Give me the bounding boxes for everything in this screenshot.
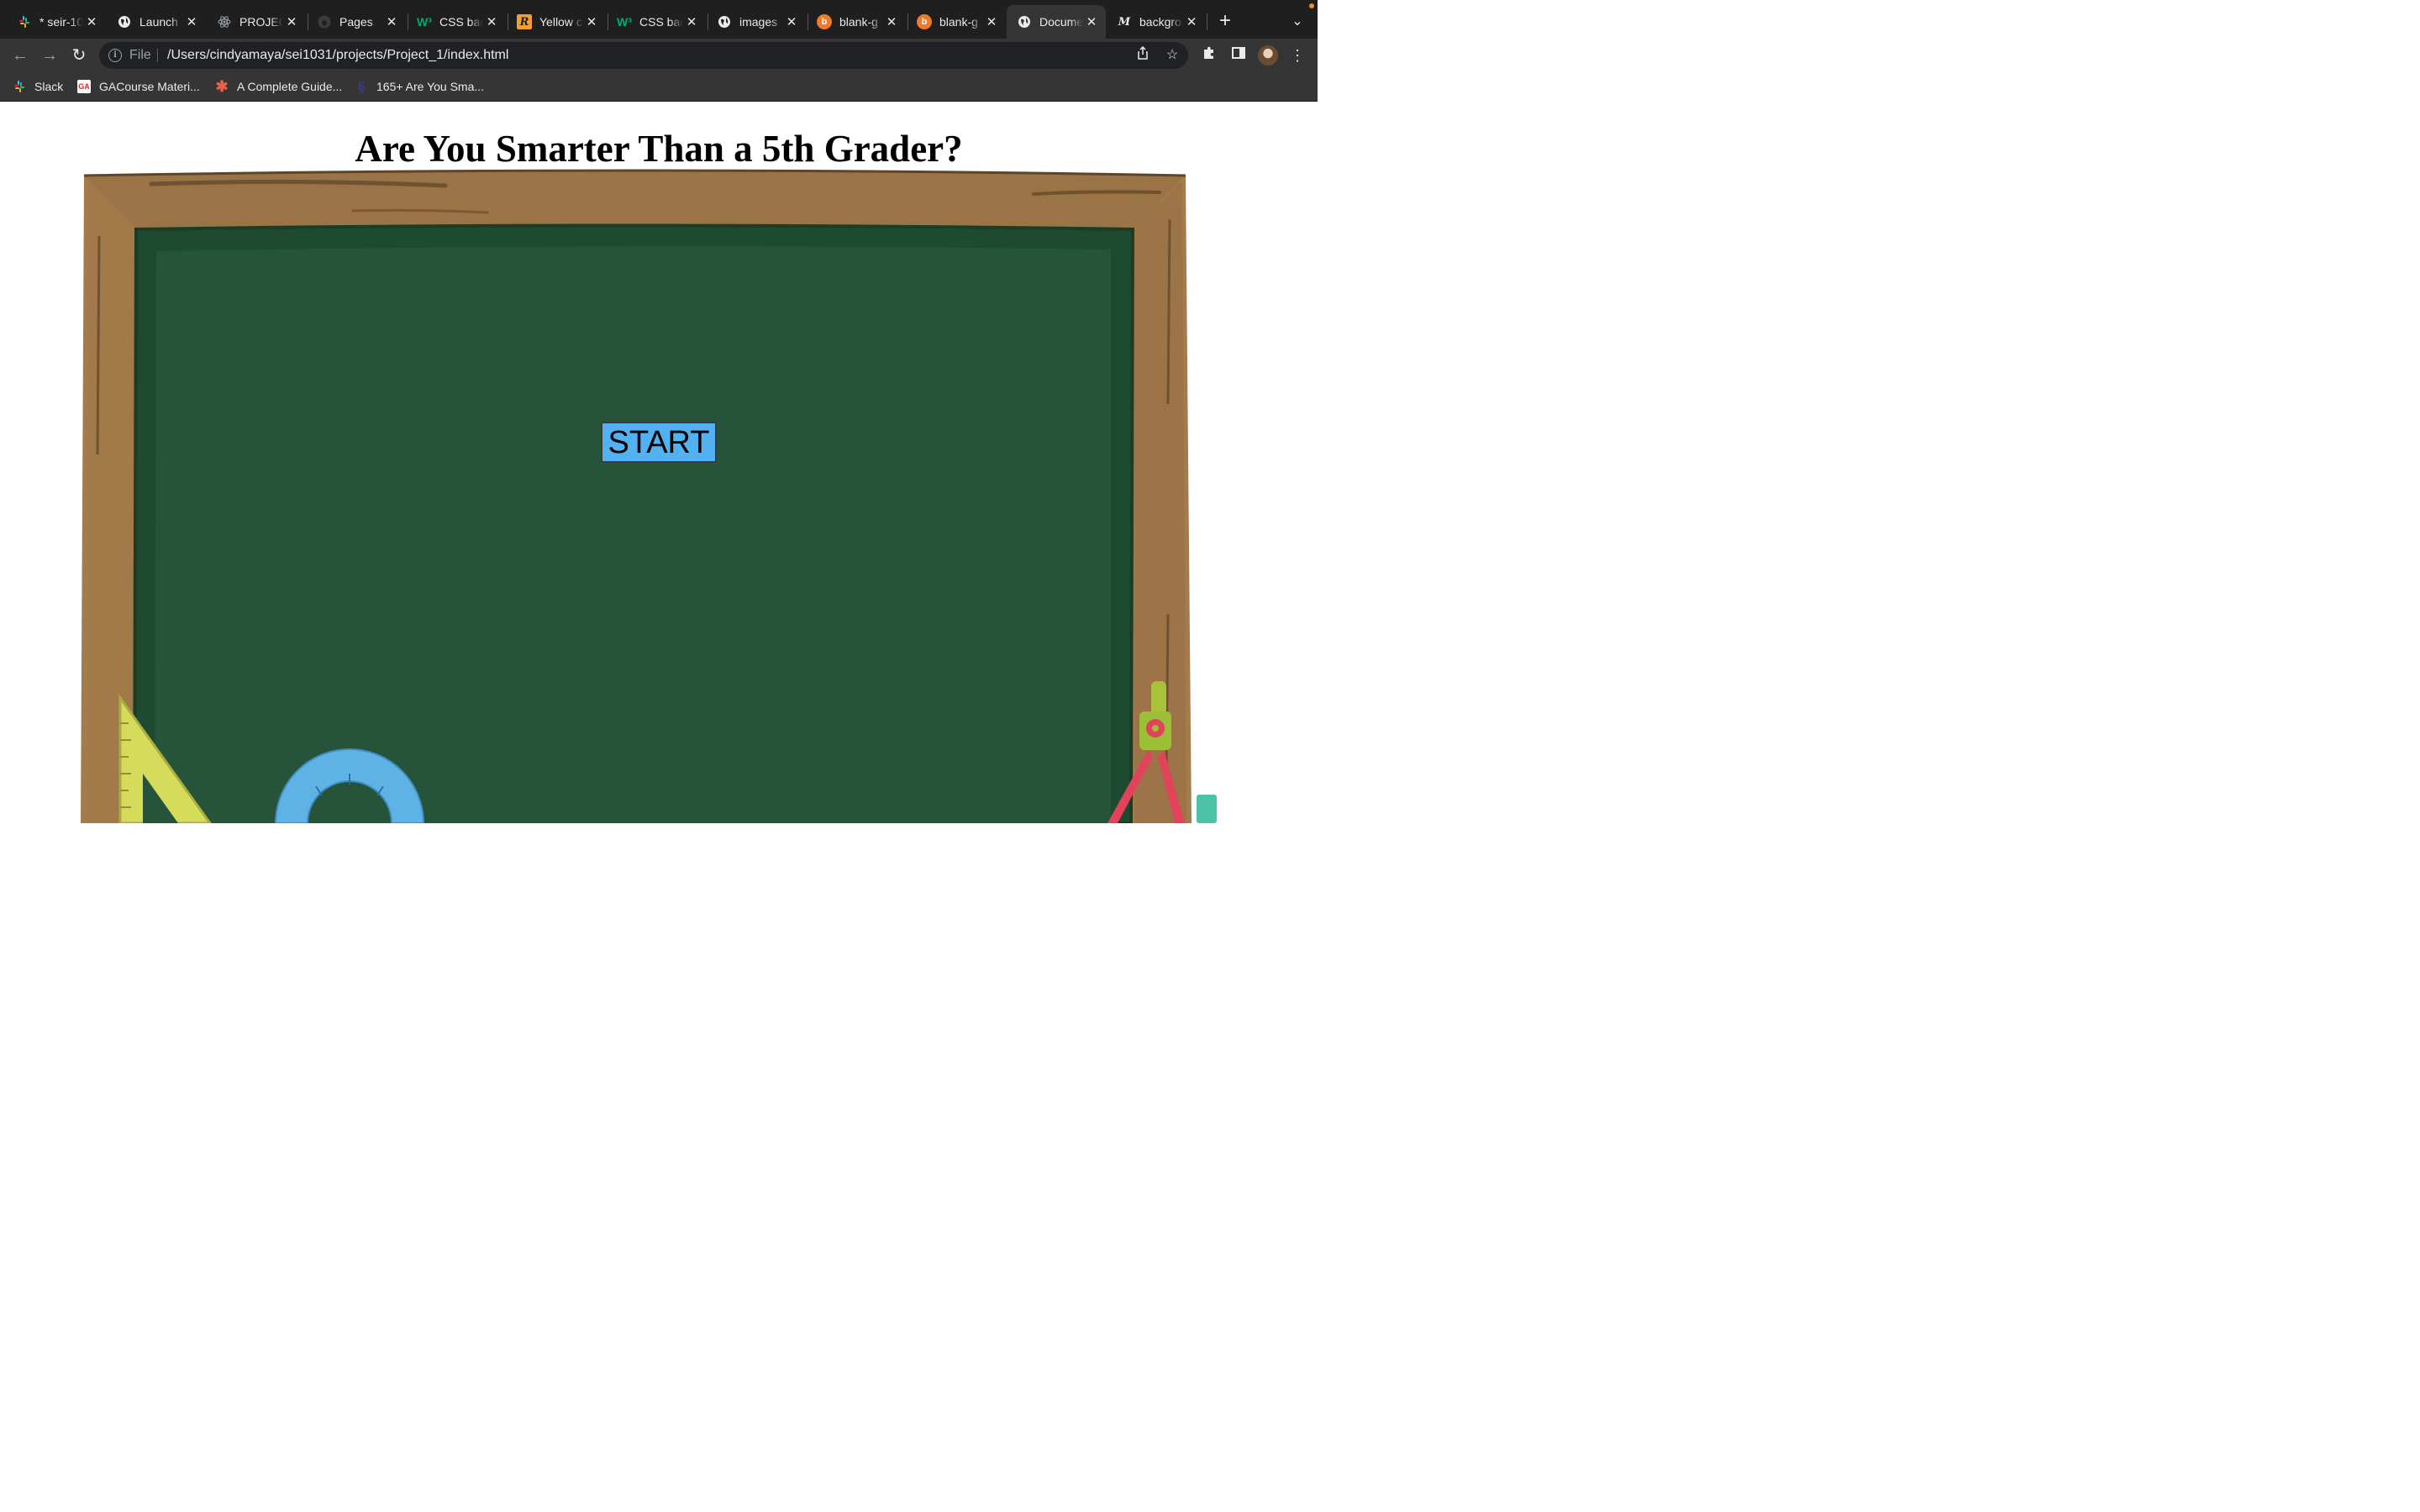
tab-search-chevron-icon[interactable]: ⌄ xyxy=(1287,12,1307,32)
close-icon[interactable]: ✕ xyxy=(483,13,500,30)
tab-background[interactable]: M background ✕ xyxy=(1107,5,1206,39)
react-icon xyxy=(217,14,232,29)
tab-document[interactable]: Document ✕ xyxy=(1007,5,1106,39)
share-icon[interactable] xyxy=(1134,45,1152,65)
close-icon[interactable]: ✕ xyxy=(1183,13,1200,30)
chalkboard-surface xyxy=(132,223,1135,823)
recording-indicator-dot xyxy=(1309,3,1314,8)
close-icon[interactable]: ✕ xyxy=(283,13,300,30)
tab-title: background xyxy=(1139,15,1183,29)
tab-title: Pages xyxy=(339,15,373,29)
tab-blank-g-2[interactable]: b blank-g ✕ xyxy=(907,5,1006,39)
close-icon[interactable]: ✕ xyxy=(883,13,900,30)
tab-title: images xyxy=(739,15,778,29)
slack-icon xyxy=(17,14,32,29)
bookmark-are-you-smarter[interactable]: § 165+ Are You Sma... xyxy=(355,78,485,95)
new-tab-plus-icon[interactable]: + xyxy=(1215,11,1235,32)
close-icon[interactable]: ✕ xyxy=(383,13,400,30)
info-icon[interactable]: i xyxy=(108,49,122,62)
tab-title: blank-g xyxy=(839,15,878,29)
reload-icon[interactable]: ↻ xyxy=(67,44,91,67)
page-viewport: Are You Smarter Than a 5th Grader? START xyxy=(0,102,1318,823)
bookmark-label: A Complete Guide... xyxy=(237,80,343,93)
orange-site-icon: b xyxy=(917,14,932,29)
w3schools-icon: W³ xyxy=(617,15,632,29)
close-icon[interactable]: ✕ xyxy=(583,13,600,30)
address-scheme-label: File xyxy=(129,48,151,62)
tab-title: blank-g xyxy=(939,15,978,29)
close-icon[interactable]: ✕ xyxy=(83,13,100,30)
r-site-icon: R xyxy=(517,14,532,29)
tab-blank-g-1[interactable]: b blank-g ✕ xyxy=(807,5,906,39)
tab-strip: * seir-1031 ✕ Launch ✕ PROJECT ✕ xyxy=(0,0,1318,39)
close-icon[interactable]: ✕ xyxy=(983,13,1000,30)
tab-pages[interactable]: Pages ✕ xyxy=(307,5,406,39)
tab-title: Yellow color xyxy=(539,15,583,29)
back-arrow-icon[interactable]: ← xyxy=(8,44,32,67)
browser-toolbar: ← → ↻ i File /Users/cindyamaya/sei1031/p… xyxy=(0,39,1318,72)
github-icon xyxy=(317,14,332,29)
tab-css-background-1[interactable]: W³ CSS background ✕ xyxy=(407,5,506,39)
tab-title: Document xyxy=(1039,15,1083,29)
bookmark-complete-guide[interactable]: ✱ A Complete Guide... xyxy=(215,77,343,95)
tab-project[interactable]: PROJECT ✕ xyxy=(207,5,306,39)
profile-avatar[interactable] xyxy=(1258,45,1278,66)
tab-title: CSS background xyxy=(439,15,483,29)
extensions-puzzle-icon[interactable] xyxy=(1199,45,1219,66)
tab-launch[interactable]: Launch ✕ xyxy=(107,5,206,39)
close-icon[interactable]: ✕ xyxy=(1083,13,1100,30)
ga-icon: GA xyxy=(77,80,91,93)
tab-css-background-2[interactable]: W³ CSS background ✕ xyxy=(607,5,706,39)
address-url[interactable]: /Users/cindyamaya/sei1031/projects/Proje… xyxy=(167,48,508,63)
tab-images[interactable]: images ✕ xyxy=(707,5,806,39)
w3schools-icon: W³ xyxy=(417,15,432,29)
tab-title: PROJECT xyxy=(239,15,283,29)
globe-icon xyxy=(1017,14,1032,29)
menu-kebab-icon[interactable]: ⋮ xyxy=(1287,45,1307,66)
bookmark-star-icon[interactable]: ☆ xyxy=(1163,46,1181,65)
close-icon[interactable]: ✕ xyxy=(783,13,800,30)
close-icon[interactable]: ✕ xyxy=(683,13,700,30)
close-icon[interactable]: ✕ xyxy=(183,13,200,30)
tab-title: Launch xyxy=(139,15,178,29)
tab-yellow-color[interactable]: R Yellow color ✕ xyxy=(507,5,606,39)
orange-site-icon: b xyxy=(817,14,832,29)
asterisk-icon: ✱ xyxy=(215,77,229,95)
bookmark-gacourse[interactable]: GA GACourse Materi... xyxy=(77,79,200,94)
bookmarks-bar: Slack GA GACourse Materi... ✱ A Complete… xyxy=(0,72,1318,102)
s-icon: § xyxy=(357,78,366,95)
bookmark-slack[interactable]: Slack xyxy=(13,79,63,94)
start-button[interactable]: START xyxy=(601,422,717,463)
tab-title: * seir-1031 xyxy=(39,15,83,29)
globe-icon xyxy=(117,14,132,29)
globe-icon xyxy=(717,14,732,29)
medium-icon: M xyxy=(1118,15,1131,29)
tab-title: CSS background xyxy=(639,15,683,29)
forward-arrow-icon[interactable]: → xyxy=(38,44,61,67)
side-panel-icon[interactable] xyxy=(1228,45,1249,66)
bookmark-label: GACourse Materi... xyxy=(99,80,200,93)
address-bar[interactable]: i File /Users/cindyamaya/sei1031/project… xyxy=(99,42,1188,69)
page-title: Are You Smarter Than a 5th Grader? xyxy=(355,128,963,170)
slack-icon xyxy=(13,80,26,93)
bookmark-label: Slack xyxy=(34,80,64,93)
bookmark-label: 165+ Are You Sma... xyxy=(376,80,485,93)
address-divider xyxy=(157,49,158,62)
tab-seir[interactable]: * seir-1031 ✕ xyxy=(7,5,106,39)
